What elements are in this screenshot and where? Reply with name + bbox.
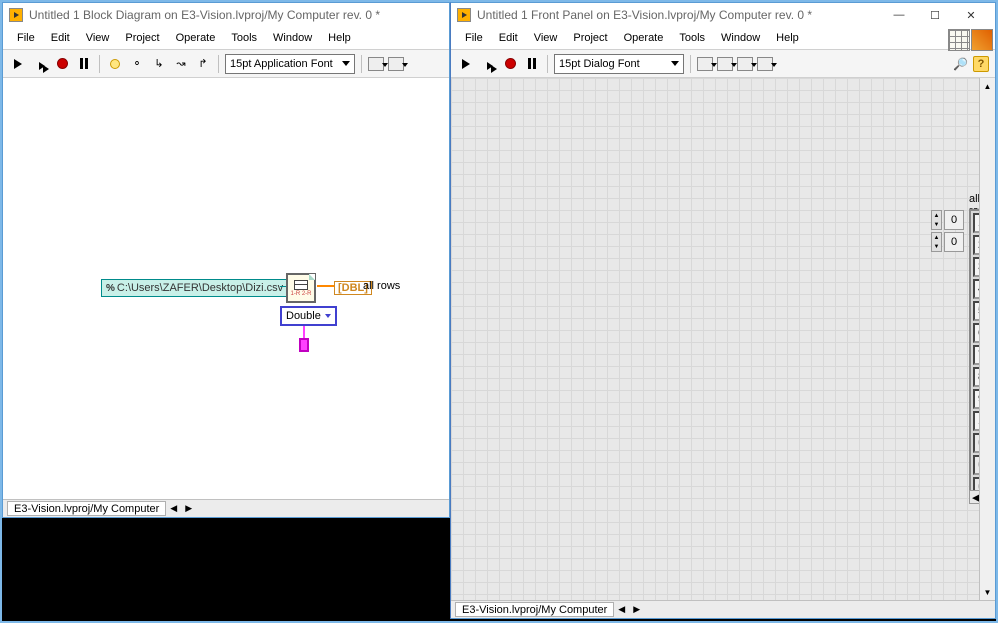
menu-view[interactable]: View — [78, 29, 118, 47]
status-context[interactable]: E3-Vision.lvproj/My Computer — [7, 501, 166, 516]
read-csv-node[interactable]: 1-R 2-R — [286, 273, 316, 303]
menu-file[interactable]: File — [457, 29, 491, 47]
front-panel-window: Untitled 1 Front Panel on E3-Vision.lvpr… — [450, 2, 996, 619]
step-out-button[interactable]: ↱ — [194, 55, 212, 73]
close-button[interactable]: ✕ — [953, 3, 989, 27]
labview-icon — [457, 8, 471, 22]
divider — [690, 55, 691, 73]
font-select-left[interactable]: 15pt Application Font — [225, 54, 355, 74]
menu-file[interactable]: File — [9, 29, 43, 47]
type-dropdown[interactable]: Double — [280, 306, 337, 326]
menu-tools[interactable]: Tools — [671, 29, 713, 47]
context-help-button[interactable]: ? — [973, 56, 989, 72]
minimize-button[interactable]: — — [881, 3, 917, 27]
reorder-button[interactable] — [757, 57, 773, 71]
titlebar-right[interactable]: Untitled 1 Front Panel on E3-Vision.lvpr… — [451, 3, 995, 27]
pause-button[interactable] — [75, 55, 93, 73]
block-diagram-canvas[interactable]: C:\Users\ZAFER\Desktop\Dizi.csv 1-R 2-R … — [3, 78, 449, 499]
highlight-execution-button[interactable] — [106, 55, 124, 73]
wire-data[interactable] — [317, 285, 334, 287]
distribute-button[interactable] — [388, 57, 404, 71]
menu-view[interactable]: View — [526, 29, 566, 47]
statusbar-right: E3-Vision.lvproj/My Computer ◀ ▶ — [451, 600, 995, 618]
toolbar-left: ⚬ ↳ ↝ ↱ 15pt Application Font — [3, 50, 449, 78]
menu-edit[interactable]: Edit — [491, 29, 526, 47]
status-nav-right[interactable]: ▶ — [629, 604, 644, 615]
step-into-button[interactable]: ↳ — [150, 55, 168, 73]
abort-button[interactable] — [53, 55, 71, 73]
labview-icon — [9, 8, 23, 22]
menubar-right: File Edit View Project Operate Tools Win… — [451, 27, 995, 50]
index-spinner-row[interactable]: ▲▼ — [931, 210, 942, 230]
abort-button[interactable] — [501, 55, 519, 73]
menu-window[interactable]: Window — [265, 29, 320, 47]
menu-help[interactable]: Help — [320, 29, 359, 47]
menu-project[interactable]: Project — [565, 29, 615, 47]
panel-vscrollbar[interactable]: ▲▼ — [979, 78, 995, 600]
status-nav-left[interactable]: ◀ — [166, 503, 181, 514]
connector-pane-icon[interactable] — [948, 29, 970, 51]
search-icon: 🔍 — [953, 57, 968, 71]
index-spinner-col[interactable]: ▲▼ — [931, 232, 942, 252]
run-continuous-button[interactable] — [31, 55, 49, 73]
statusbar-left: E3-Vision.lvproj/My Computer ◀ ▶ — [3, 499, 449, 517]
search-button[interactable]: 🔍 — [951, 55, 969, 73]
vi-icon[interactable] — [971, 29, 993, 51]
resize-button[interactable] — [737, 57, 753, 71]
index-value-col[interactable]: 0 — [944, 232, 964, 252]
menu-project[interactable]: Project — [117, 29, 167, 47]
menu-edit[interactable]: Edit — [43, 29, 78, 47]
run-button[interactable] — [457, 55, 475, 73]
step-over-button[interactable]: ↝ — [172, 55, 190, 73]
front-panel-canvas[interactable]: all rows ▲▼ 0 ▲▼ 0 111021203130414051506… — [451, 78, 995, 600]
indicator-label: all rows — [363, 280, 400, 292]
window-title-left: Untitled 1 Block Diagram on E3-Vision.lv… — [29, 8, 443, 22]
array-index-controls: ▲▼ 0 ▲▼ 0 — [931, 209, 964, 253]
index-value-row[interactable]: 0 — [944, 210, 964, 230]
menu-tools[interactable]: Tools — [223, 29, 265, 47]
block-diagram-window: Untitled 1 Block Diagram on E3-Vision.lv… — [2, 2, 450, 518]
distribute-button[interactable] — [717, 57, 733, 71]
retain-wire-button[interactable]: ⚬ — [128, 55, 146, 73]
window-title-right: Untitled 1 Front Panel on E3-Vision.lvpr… — [477, 8, 875, 22]
divider — [218, 55, 219, 73]
menu-window[interactable]: Window — [713, 29, 768, 47]
toolbar-right: 15pt Dialog Font 🔍 ? — [451, 50, 995, 78]
status-context[interactable]: E3-Vision.lvproj/My Computer — [455, 602, 614, 617]
wire-type[interactable] — [303, 326, 305, 338]
divider — [99, 55, 100, 73]
path-constant[interactable]: C:\Users\ZAFER\Desktop\Dizi.csv — [101, 279, 288, 297]
pause-button[interactable] — [523, 55, 541, 73]
menu-operate[interactable]: Operate — [616, 29, 672, 47]
titlebar-left[interactable]: Untitled 1 Block Diagram on E3-Vision.lv… — [3, 3, 449, 27]
delimiter-constant[interactable] — [299, 338, 309, 352]
font-select-right[interactable]: 15pt Dialog Font — [554, 54, 684, 74]
menu-help[interactable]: Help — [768, 29, 807, 47]
align-button[interactable] — [697, 57, 713, 71]
run-continuous-button[interactable] — [479, 55, 497, 73]
maximize-button[interactable]: ☐ — [917, 3, 953, 27]
menubar-left: File Edit View Project Operate Tools Win… — [3, 27, 449, 50]
run-button[interactable] — [9, 55, 27, 73]
divider — [547, 55, 548, 73]
menu-operate[interactable]: Operate — [168, 29, 224, 47]
status-nav-right[interactable]: ▶ — [181, 503, 196, 514]
align-button[interactable] — [368, 57, 384, 71]
status-nav-left[interactable]: ◀ — [614, 604, 629, 615]
divider — [361, 55, 362, 73]
